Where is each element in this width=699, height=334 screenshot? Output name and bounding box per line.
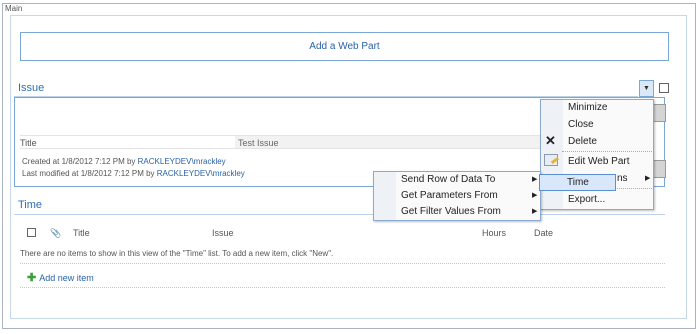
submenu-icon-gutter [374, 172, 396, 220]
add-web-part-button[interactable]: Add a Web Part [20, 32, 669, 61]
menu-item-export[interactable]: Export... [568, 194, 605, 205]
submenu-arrow-icon: ▶ [532, 176, 538, 183]
column-title[interactable]: Title [73, 228, 90, 238]
menu-item-connections[interactable]: ns [617, 173, 628, 184]
modified-user-link[interactable]: RACKLEYDEV\mrackley [157, 169, 245, 178]
title-field-label: Title [20, 138, 37, 148]
time-title-rule [14, 214, 665, 215]
issue-title-row: Title Test Issue [20, 135, 540, 149]
submenu-arrow-icon: ▶ [532, 208, 538, 215]
submenu-item-get-parameters[interactable]: Get Parameters From [401, 190, 498, 201]
submenu-arrow-icon: ▶ [645, 175, 651, 182]
select-all-checkbox[interactable] [27, 228, 36, 237]
connection-target-time[interactable]: Time [539, 174, 616, 191]
chevron-down-icon: ▼ [643, 85, 650, 92]
menu-item-close[interactable]: Close [568, 119, 594, 130]
toolbar-edge [652, 104, 666, 122]
column-issue[interactable]: Issue [212, 228, 234, 238]
edit-web-part-icon [544, 154, 560, 166]
time-webpart-title[interactable]: Time [18, 199, 42, 211]
issue-webpart-title[interactable]: Issue [18, 82, 44, 94]
empty-list-message: There are no items to show in this view … [20, 249, 334, 258]
menu-separator [562, 151, 652, 152]
add-new-item-label: Add new item [39, 272, 94, 283]
created-info: Created at 1/8/2012 7:12 PM by RACKLEYDE… [22, 157, 226, 166]
modified-info: Last modified at 1/8/2012 7:12 PM by RAC… [22, 169, 245, 178]
list-divider [20, 263, 665, 264]
column-hours[interactable]: Hours [482, 228, 506, 238]
modified-text: Last modified at 1/8/2012 7:12 PM by [22, 169, 157, 178]
menu-item-edit-web-part[interactable]: Edit Web Part [568, 156, 630, 167]
delete-x-icon: ✕ [545, 133, 556, 148]
list-divider-bottom [20, 287, 665, 288]
title-field-value: Test Issue [235, 136, 540, 148]
toolbar-edge-lower [652, 160, 666, 178]
plus-icon: ✚ [27, 272, 37, 284]
menu-item-delete[interactable]: Delete [568, 136, 597, 147]
pencil-shape [550, 156, 560, 165]
webpart-select-checkbox[interactable] [659, 83, 669, 93]
menu-item-minimize[interactable]: Minimize [568, 102, 607, 113]
add-new-item-link[interactable]: ✚ Add new item [27, 271, 94, 284]
webpart-menu-dropdown-button[interactable]: ▼ [639, 80, 654, 97]
zone-label: Main [5, 4, 23, 13]
created-user-link[interactable]: RACKLEYDEV\mrackley [138, 157, 226, 166]
submenu-item-send-row[interactable]: Send Row of Data To [401, 174, 495, 185]
submenu-item-get-filter-values[interactable]: Get Filter Values From [401, 206, 501, 217]
attachment-icon: 📎 [50, 228, 62, 238]
submenu-arrow-icon: ▶ [532, 192, 538, 199]
column-date[interactable]: Date [534, 228, 553, 238]
created-text: Created at 1/8/2012 7:12 PM by [22, 157, 138, 166]
